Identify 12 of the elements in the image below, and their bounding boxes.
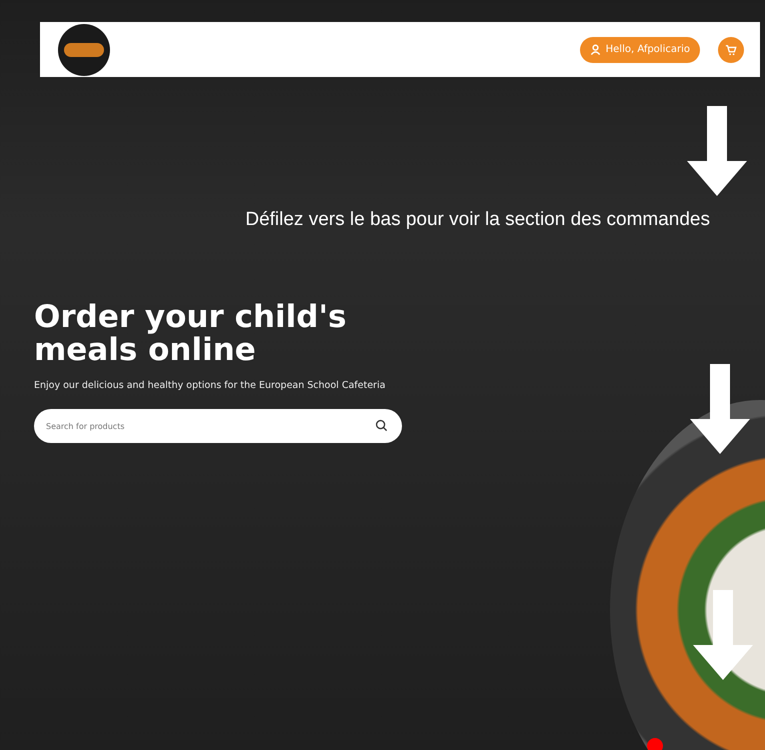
down-arrow-icon [690,364,750,454]
hero-title: Order your child's meals online [34,301,348,367]
search-field[interactable]: Search for products [34,409,402,443]
hero-subtitle: Enjoy our delicious and healthy options for the European School Cafeteria [34,379,386,393]
logo-icon[interactable] [58,24,110,76]
user-button[interactable]: Hello, Afpolicario [580,36,700,62]
down-arrow-icon [693,590,753,680]
search-icon [375,419,388,432]
scroll-instruction: Défilez vers le bas pour voir la section des commandes [244,208,710,232]
down-arrow-icon [687,106,747,196]
user-icon [590,44,601,55]
cart-icon [725,44,737,56]
